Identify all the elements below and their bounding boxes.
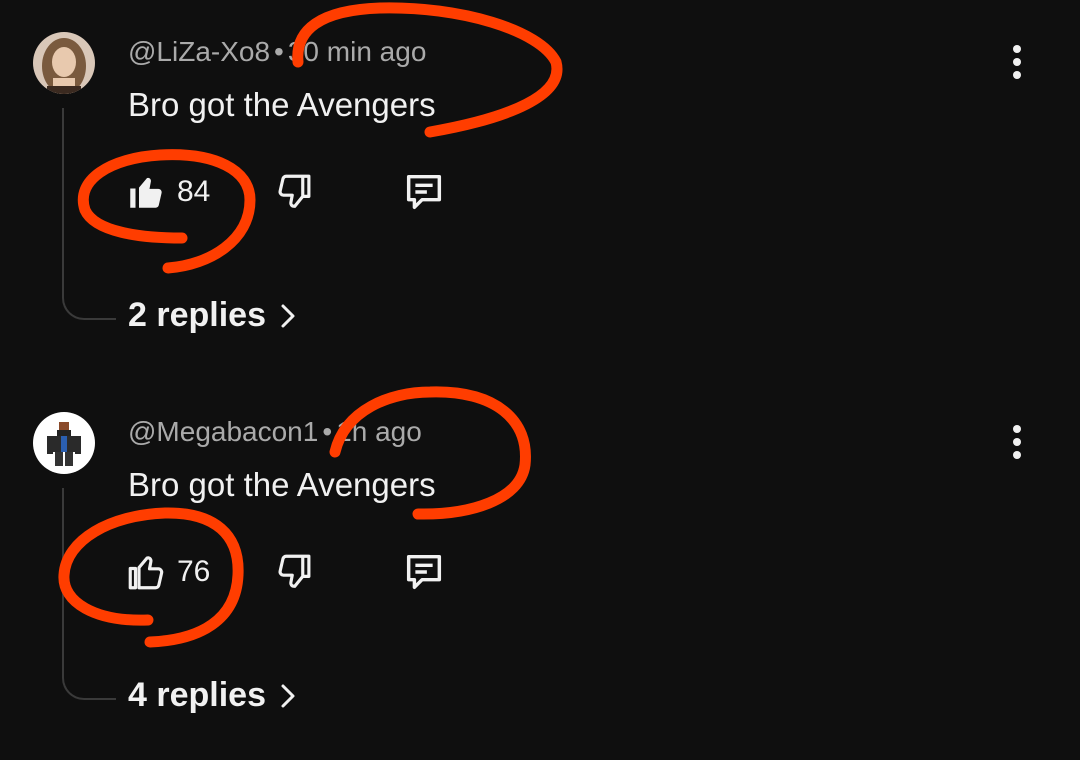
like-button[interactable]: 84	[125, 168, 210, 216]
like-count: 84	[177, 175, 211, 208]
comment-icon	[406, 554, 442, 590]
dislike-button[interactable]	[273, 548, 315, 596]
replies-count: 4 replies	[128, 676, 266, 714]
avatar[interactable]	[33, 32, 95, 94]
reply-button[interactable]	[401, 548, 447, 596]
thumbs-down-icon	[278, 174, 311, 208]
replies-link[interactable]: 2 replies	[128, 296, 296, 335]
comment-actions: 76	[125, 548, 485, 598]
thread-line	[62, 108, 116, 320]
more-vert-icon[interactable]	[1000, 422, 1034, 464]
comment-2: @Megabacon1 • 1h ago Bro got the Avengers …	[0, 380, 1080, 760]
avatar[interactable]	[33, 412, 95, 474]
reply-button[interactable]	[401, 168, 447, 216]
separator-dot: •	[274, 36, 284, 67]
more-vert-icon[interactable]	[1000, 42, 1034, 84]
thread-line	[62, 488, 116, 700]
separator-dot: •	[322, 416, 333, 447]
comment-text: Bro got the Avengers	[128, 86, 436, 123]
comment-meta: @Megabacon1 • 1h ago	[128, 416, 422, 448]
thumbs-up-icon	[130, 177, 162, 208]
thumbs-down-icon	[278, 554, 311, 588]
dislike-button[interactable]	[273, 168, 315, 216]
comment-text: Bro got the Avengers	[128, 466, 436, 503]
comment-icon	[406, 174, 442, 210]
comment-meta: @LiZa-Xo8 • 30 min ago	[128, 36, 426, 68]
comment-1: @LiZa-Xo8 • 30 min ago Bro got the Avenger…	[0, 0, 1080, 380]
like-button[interactable]: 76	[125, 548, 210, 596]
replies-link[interactable]: 4 replies	[128, 676, 296, 715]
comment-actions: 84	[125, 168, 485, 218]
author-name[interactable]: @LiZa-Xo8	[128, 36, 270, 67]
like-count: 76	[177, 555, 211, 588]
timestamp: 30 min ago	[287, 36, 427, 67]
author-name[interactable]: @Megabacon1	[128, 416, 318, 447]
timestamp: 1h ago	[336, 416, 422, 447]
thumbs-up-icon	[128, 556, 164, 590]
chevron-right-icon	[281, 684, 295, 707]
chevron-right-icon	[281, 304, 295, 327]
replies-count: 2 replies	[128, 296, 266, 334]
